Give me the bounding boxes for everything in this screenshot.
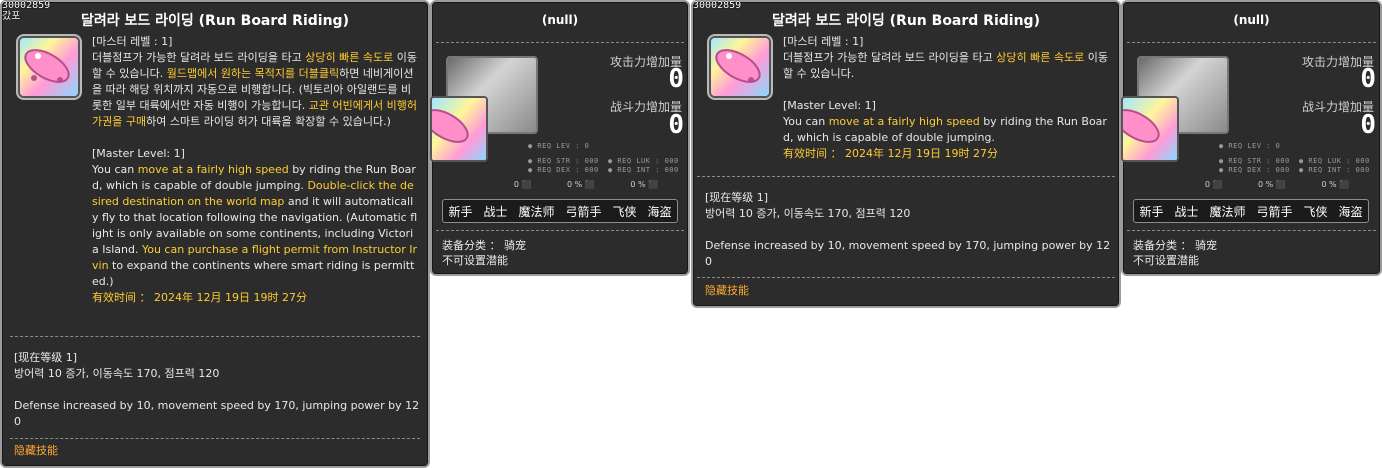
divider xyxy=(436,230,684,231)
desc-text: You can xyxy=(92,163,138,176)
item-id-label: 30002859 xyxy=(2,0,51,11)
req-str: ● REQ STR : 000 xyxy=(528,157,599,165)
icon-stat-2: 0 % ⬛ xyxy=(1258,180,1286,189)
desc-text: You can xyxy=(783,115,829,128)
divider xyxy=(1127,42,1376,43)
expiry-time: 有效时间 ： 2024年 12月 19日 19时 27分 xyxy=(92,291,307,304)
desc-text: 더블점프가 가능한 달려라 보드 라이딩을 타고 xyxy=(92,51,306,64)
current-level-section: [现在等级 1] 방어력 10 증가, 이동속도 170, 점프력 120 De… xyxy=(14,350,422,430)
job-beginner: 新手 xyxy=(1139,204,1164,219)
current-effect-kr: 방어력 10 증가, 이동속도 170, 점프력 120 xyxy=(705,207,911,220)
job-thief: 飞侠 xyxy=(1303,204,1328,219)
skill-desc: [마스터 레벨 : 1] 더블점프가 가능한 달려라 보드 라이딩을 타고 상당… xyxy=(783,34,1109,162)
stat-icons-row: 0 ⬛ 0 % ⬛ 0 % ⬛ xyxy=(1187,180,1367,189)
kr-master-level: [마스터 레벨 : 1] xyxy=(783,35,864,48)
divider xyxy=(697,277,1115,278)
req-dex: ● REQ DEX : 000 xyxy=(1219,166,1290,174)
stat-icons-row: 0 ⬛ 0 % ⬛ 0 % ⬛ xyxy=(496,180,676,189)
req-int: ● REQ INT : 000 xyxy=(1299,166,1370,174)
job-beginner: 新手 xyxy=(448,204,473,219)
icon-stat-3: 0 % ⬛ xyxy=(630,180,659,189)
run-board-icon xyxy=(430,96,488,162)
divider xyxy=(10,438,420,439)
job-warrior: 战士 xyxy=(483,204,508,219)
equip-title: (null) xyxy=(541,13,579,27)
desc-text: to expand the continents where smart rid… xyxy=(92,259,415,288)
item-id-label: 30002859 xyxy=(693,0,742,11)
attack-increase-value: 0 xyxy=(668,64,684,94)
job-thief: 飞侠 xyxy=(612,204,637,219)
hidden-skill-label: 隐藏技能 xyxy=(14,444,58,457)
job-magician: 魔法师 xyxy=(1209,204,1246,219)
skill-desc-kr: [마스터 레벨 : 1] 더블점프가 가능한 달려라 보드 라이딩을 타고 상당… xyxy=(92,34,418,306)
current-effect-kr: 방어력 10 증가, 이동속도 170, 점프력 120 xyxy=(14,367,220,380)
highlight-text: 월드맵에서 원하는 목적지를 더블클릭 xyxy=(166,67,340,80)
run-board-icon xyxy=(1121,96,1179,162)
req-level: ● REQ LEV : 0 xyxy=(528,142,590,150)
kr-description: 더블점프가 가능한 달려라 보드 라이딩을 타고 상당히 빠른 속도로 이동할 … xyxy=(783,50,1109,82)
en-master-level: [Master Level: 1] xyxy=(783,99,876,112)
highlight-text: move at a fairly high speed xyxy=(137,163,289,176)
job-bowman: 弓箭手 xyxy=(1256,204,1293,219)
req-level: ● REQ LEV : 0 xyxy=(1219,142,1281,150)
req-luk: ● REQ LUK : 000 xyxy=(608,157,679,165)
skill-tooltip-panel-3: 달려라 보드 라이딩 (Run Board Riding) [마스터 레벨 : … xyxy=(691,0,1121,308)
divider xyxy=(436,42,684,43)
current-effect-en: Defense increased by 10, movement speed … xyxy=(14,399,420,428)
expiry-time: 有效时间 ： 2024年 12月 19日 19时 27分 xyxy=(783,147,998,160)
kr-description: 더블점프가 가능한 달려라 보드 라이딩을 타고 상당히 빠른 속도로 이동할 … xyxy=(92,50,418,130)
run-board-icon xyxy=(18,36,80,98)
run-board-icon xyxy=(709,36,771,98)
divider xyxy=(10,336,420,337)
en-description: You can move at a fairly high speed by r… xyxy=(783,114,1109,146)
attack-increase-value: 0 xyxy=(1360,64,1376,94)
desc-text: 더블점프가 가능한 달려라 보드 라이딩을 타고 xyxy=(783,51,997,64)
potential-note: 不可设置潜能 xyxy=(442,254,508,267)
job-pirate: 海盗 xyxy=(1338,204,1363,219)
kr-master-level: [마스터 레벨 : 1] xyxy=(92,35,173,48)
highlight-text: 상당히 빠른 속도로 xyxy=(305,51,394,64)
job-magician: 魔法师 xyxy=(518,204,555,219)
divider xyxy=(697,176,1115,177)
current-level-section: [现在等级 1] 방어력 10 증가, 이동속도 170, 점프력 120 De… xyxy=(705,190,1113,270)
en-master-level: [Master Level: 1] xyxy=(92,147,185,160)
current-level: [现在等级 1] xyxy=(14,351,78,364)
combat-increase-value: 0 xyxy=(668,110,684,140)
equip-category: 装备分类 ： 骑宠 xyxy=(442,239,526,252)
icon-stat-3: 0 % ⬛ xyxy=(1321,180,1350,189)
highlight-text: 상당히 빠른 속도로 xyxy=(996,51,1085,64)
current-effect-en: Defense increased by 10, movement speed … xyxy=(705,239,1111,268)
job-bowman: 弓箭手 xyxy=(565,204,602,219)
job-list: 新手 战士 魔法师 弓箭手 飞侠 海盗 xyxy=(1133,199,1369,223)
req-int: ● REQ INT : 000 xyxy=(608,166,679,174)
skill-tooltip-panel-1: 달려라 보드 라이딩 (Run Board Riding) [마스터 레벨 : … xyxy=(0,0,430,468)
skill-title: 달려라 보드 라이딩 (Run Board Riding) xyxy=(81,13,349,29)
req-luk: ● REQ LUK : 000 xyxy=(1299,157,1370,165)
en-description: You can move at a fairly high speed by r… xyxy=(92,162,418,290)
highlight-text: move at a fairly high speed xyxy=(828,115,980,128)
hidden-skill-label: 隐藏技能 xyxy=(705,284,749,297)
sticker-label: 갔포 xyxy=(2,11,21,22)
combat-increase-value: 0 xyxy=(1360,110,1376,140)
job-list: 新手 战士 魔法师 弓箭手 飞侠 海盗 xyxy=(442,199,678,223)
req-str: ● REQ STR : 000 xyxy=(1219,157,1290,165)
divider xyxy=(1127,230,1376,231)
icon-stat-2: 0 % ⬛ xyxy=(567,180,595,189)
job-pirate: 海盗 xyxy=(647,204,672,219)
potential-note: 不可设置潜能 xyxy=(1133,254,1199,267)
current-level: [现在等级 1] xyxy=(705,191,769,204)
job-warrior: 战士 xyxy=(1174,204,1199,219)
desc-text: 하여 스마트 라이딩 허가 대륙을 확장할 수 있습니다.) xyxy=(146,115,391,128)
icon-stat-1: 0 ⬛ xyxy=(1204,180,1223,189)
icon-stat-1: 0 ⬛ xyxy=(513,180,532,189)
equip-title: (null) xyxy=(1233,13,1270,27)
skill-title: 달려라 보드 라이딩 (Run Board Riding) xyxy=(772,13,1040,29)
req-dex: ● REQ DEX : 000 xyxy=(528,166,599,174)
equip-category: 装备分类 ： 骑宠 xyxy=(1133,239,1217,252)
